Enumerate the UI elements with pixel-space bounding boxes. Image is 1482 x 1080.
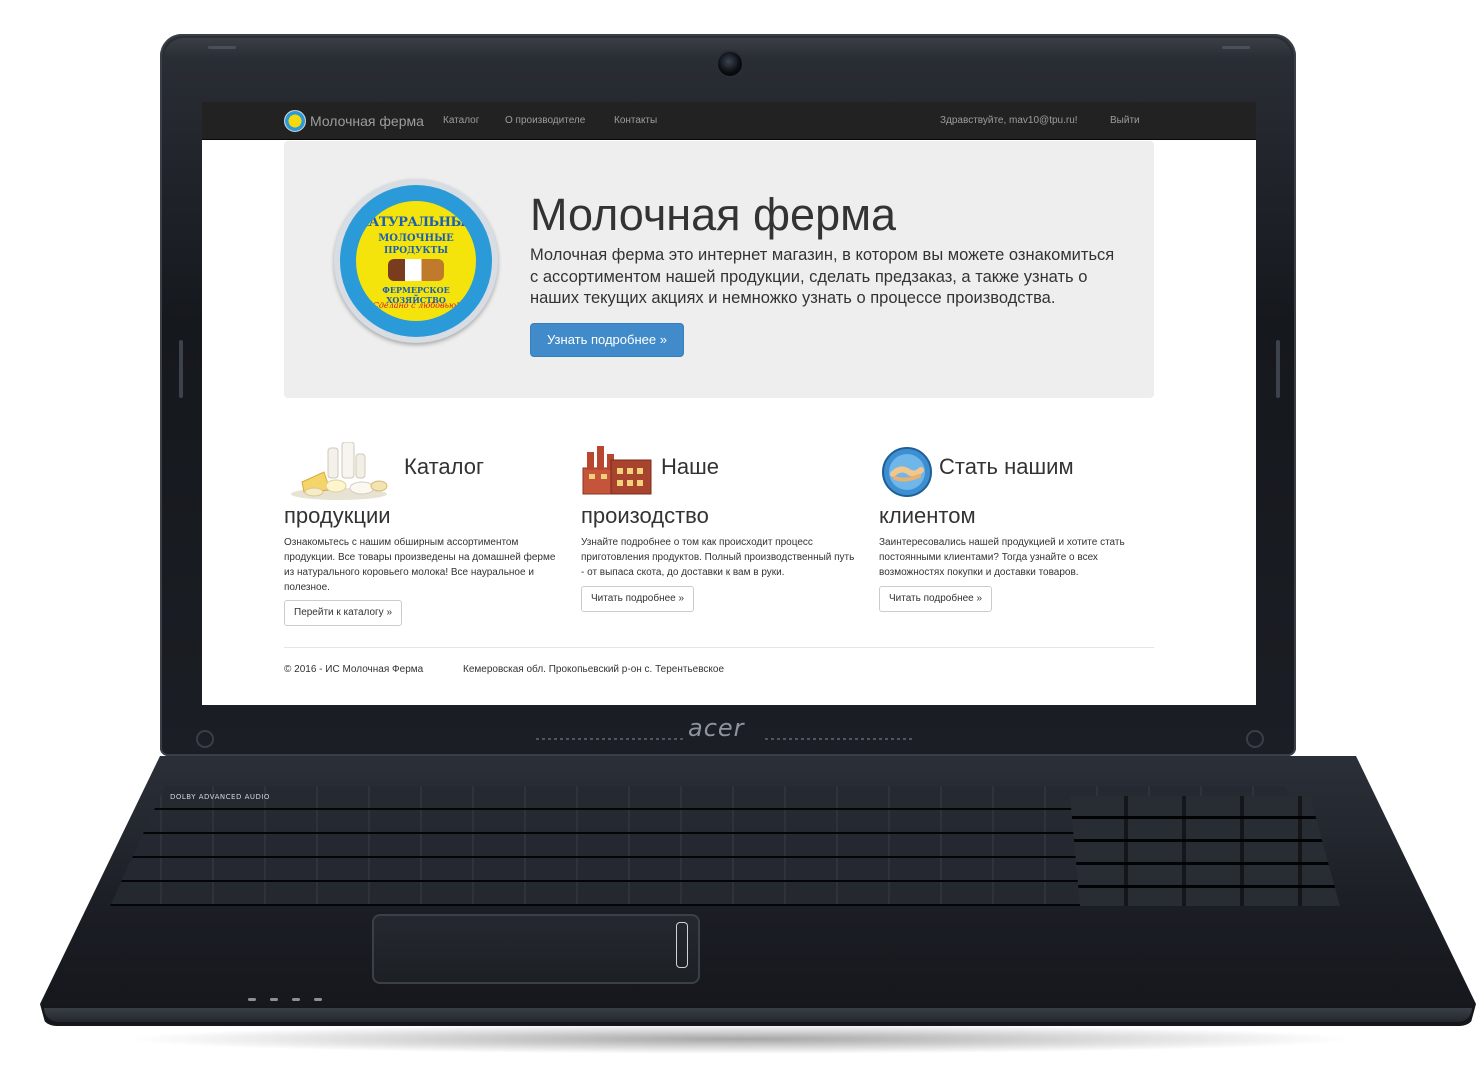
read-more-production-button[interactable]: Читать подробнее » xyxy=(581,586,695,612)
status-leds xyxy=(248,988,348,1008)
hero-jumbotron: НАТУРАЛЬНЫЕ МОЛОЧНЫЕ ПРОДУКТЫ ФЕРМЕРСКОЕ… xyxy=(284,141,1154,398)
mic-slot-right xyxy=(1222,46,1250,49)
hinge-vent-right xyxy=(765,738,915,740)
feature-production-title-1: Наше xyxy=(661,454,720,479)
power-led-right xyxy=(1246,730,1264,748)
navbar-brand[interactable]: Молочная ферма xyxy=(284,102,424,140)
farm-logo-icon xyxy=(284,110,306,132)
mic-slot-left xyxy=(208,46,236,49)
go-to-catalog-button[interactable]: Перейти к каталогу » xyxy=(284,600,403,626)
badge-line3: ПРОДУКТЫ xyxy=(383,246,449,256)
feature-production-description: Узнайте подробнее о том как происходит п… xyxy=(581,537,855,578)
hero-text: Молочная ферма это интернет магазин, в к… xyxy=(530,246,1115,307)
cows-icon xyxy=(388,259,444,281)
footer-divider xyxy=(284,647,1154,648)
learn-more-button[interactable]: Узнать подробнее » xyxy=(530,323,684,357)
touchpad xyxy=(372,914,700,984)
feature-client-title-1: Стать нашим xyxy=(939,454,1074,479)
badge-line5: Сделано с любовью! xyxy=(372,301,460,310)
badge-line1: НАТУРАЛЬНЫЕ xyxy=(357,215,476,230)
read-more-client-button[interactable]: Читать подробнее » xyxy=(879,586,993,612)
feature-catalog-title-2: продукции xyxy=(284,503,391,528)
hinge-vent-left xyxy=(536,738,686,740)
laptop-shadow xyxy=(120,1024,1360,1054)
keyboard-audio-label: DOLBY ADVANCED AUDIO xyxy=(170,793,270,801)
nav-link-profile[interactable]: Здравствуйте, mav10@tpu.ru! xyxy=(940,102,1078,140)
feature-catalog-description: Ознакомьтесь с нашим обширным ассортимен… xyxy=(284,537,556,593)
touchpad-scroll-icon xyxy=(676,922,688,968)
navbar: Молочная ферма Каталог О производителе К… xyxy=(202,102,1256,140)
laptop-base-rim xyxy=(44,1008,1472,1022)
nav-link-catalog[interactable]: Каталог xyxy=(443,102,479,140)
side-grip-right xyxy=(1276,340,1280,398)
nav-link-about[interactable]: О производителе xyxy=(505,102,585,140)
footer-address: Кемеровская обл. Прокопьевский р-он с. Т… xyxy=(463,664,725,675)
feature-client-title-2: клиентом xyxy=(879,503,976,528)
badge-line2: МОЛОЧНЫЕ xyxy=(378,233,454,244)
feature-production-title-2: произодство xyxy=(581,503,709,528)
feature-catalog-title-1: Каталог xyxy=(404,454,484,479)
farm-badge-logo: НАТУРАЛЬНЫЕ МОЛОЧНЫЕ ПРОДУКТЫ ФЕРМЕРСКОЕ… xyxy=(334,179,498,343)
hero-title: Молочная ферма xyxy=(530,189,897,240)
brand-text: Молочная ферма xyxy=(310,113,424,129)
footer-copyright: © 2016 - ИС Молочная Ферма xyxy=(284,664,424,675)
feature-client-description: Заинтересовались нашей продукцией и хоти… xyxy=(879,537,1125,578)
power-led-left xyxy=(196,730,214,748)
screen: Молочная ферма Каталог О производителе К… xyxy=(202,102,1256,705)
nav-link-contacts[interactable]: Контакты xyxy=(614,102,657,140)
side-grip-left xyxy=(179,340,183,398)
webcam-icon xyxy=(716,50,744,78)
nav-link-logout[interactable]: Выйти xyxy=(1110,102,1140,140)
numpad xyxy=(1070,796,1340,906)
acer-logo: acer xyxy=(688,714,745,742)
